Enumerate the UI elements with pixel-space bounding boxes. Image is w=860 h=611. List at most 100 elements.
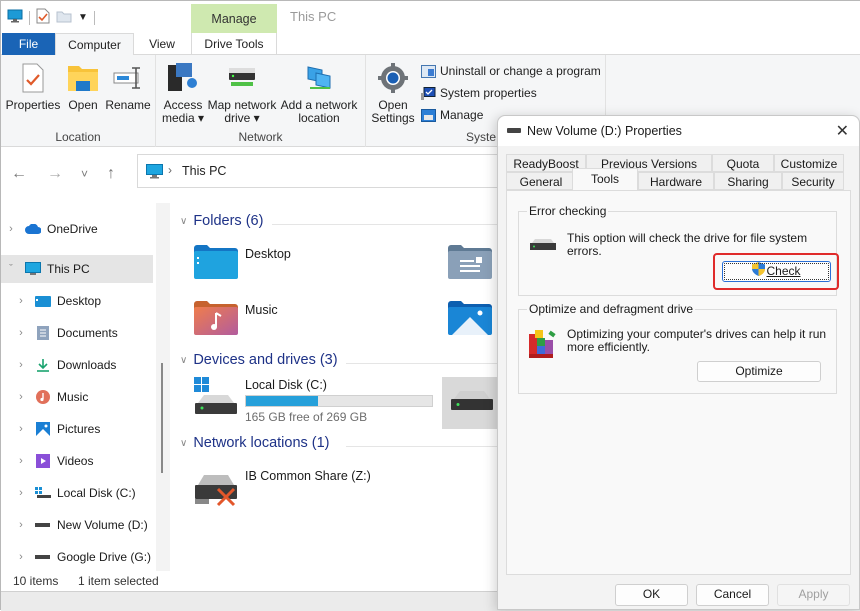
desktop-icon — [35, 294, 51, 308]
cloud-icon — [25, 222, 41, 236]
properties-button[interactable]: Properties — [5, 61, 61, 112]
sidebar-item-onedrive[interactable]: › OneDrive — [1, 215, 153, 243]
open-settings-button[interactable]: Open Settings — [370, 61, 416, 125]
section-divider — [272, 224, 500, 225]
manage-button[interactable]: Manage — [421, 108, 483, 122]
tab-drive-tools[interactable]: Drive Tools — [191, 33, 277, 55]
pictures-folder-icon[interactable] — [448, 301, 492, 338]
expand-chevron-icon[interactable]: › — [15, 359, 27, 371]
new-folder-icon[interactable] — [56, 10, 72, 26]
uac-shield-icon — [752, 262, 766, 282]
drive-icon — [35, 518, 51, 532]
open-button[interactable]: Open — [63, 61, 103, 112]
section-divider — [346, 363, 500, 364]
documents-folder-icon[interactable] — [448, 245, 492, 282]
expand-chevron-icon[interactable]: › — [15, 423, 27, 435]
ok-button[interactable]: OK — [615, 584, 688, 606]
media-icon — [166, 61, 200, 95]
tab-security[interactable]: Security — [782, 172, 844, 190]
system-properties-icon — [421, 86, 436, 100]
properties-icon — [16, 61, 50, 95]
sidebar-item-videos[interactable]: › Videos — [1, 447, 153, 475]
recent-locations-button[interactable]: ˅ — [81, 167, 88, 181]
tab-hardware[interactable]: Hardware — [638, 172, 714, 190]
sidebar-scrollbar[interactable] — [161, 363, 163, 473]
optimize-description: Optimizing your computer's drives can he… — [567, 327, 827, 354]
rename-button[interactable]: Rename — [105, 61, 151, 112]
forward-button[interactable]: → — [47, 165, 63, 183]
expand-chevron-icon[interactable]: › — [5, 223, 17, 235]
manage-icon — [421, 108, 436, 122]
tab-view[interactable]: View — [135, 33, 189, 55]
ribbon-tabs: File Computer View Drive Tools — [1, 33, 860, 56]
windows-drive-icon — [35, 486, 51, 500]
add-network-location-button[interactable]: Add a network location — [279, 61, 359, 125]
expand-chevron-icon[interactable]: › — [15, 487, 27, 499]
address-bar[interactable]: › This PC — [137, 154, 517, 188]
sidebar-item-desktop[interactable]: › Desktop — [1, 287, 153, 315]
expand-chevron-icon[interactable]: › — [15, 327, 27, 339]
close-icon[interactable]: ✕ — [836, 121, 849, 141]
tab-sharing[interactable]: Sharing — [714, 172, 782, 190]
collapse-chevron-icon: ∨ — [180, 437, 188, 449]
ribbon-group-label: Location — [55, 130, 101, 144]
customize-qat-icon[interactable]: ▼ — [78, 12, 88, 23]
network-location-icon — [302, 61, 336, 95]
expand-chevron-icon[interactable]: › — [15, 551, 27, 563]
back-button[interactable]: ← — [11, 165, 27, 183]
downloads-icon — [35, 358, 51, 372]
drive-tile-new-volume-d-selected[interactable] — [442, 377, 502, 429]
access-media-button[interactable]: Access media ▾ — [160, 61, 206, 125]
sidebar-item-local-disk-c[interactable]: › Local Disk (C:) — [1, 479, 153, 507]
sidebar-item-new-volume-d[interactable]: › New Volume (D:) — [1, 511, 153, 539]
navigation-pane: › OneDrive ˇ This PC › Desktop › Documen… — [1, 203, 156, 571]
section-header-devices[interactable]: ∨ Devices and drives (3) — [180, 352, 338, 368]
status-bar: 10 items 1 item selected — [1, 571, 501, 591]
expand-chevron-icon[interactable]: › — [15, 391, 27, 403]
expand-chevron-icon[interactable]: › — [15, 295, 27, 307]
drive-usage-bar — [245, 395, 433, 407]
tab-tools[interactable]: Tools — [572, 168, 638, 190]
tab-general[interactable]: General — [506, 172, 576, 190]
collapse-chevron-icon[interactable]: ˇ — [5, 263, 17, 275]
error-checking-title: Error checking — [527, 204, 609, 218]
tab-file[interactable]: File — [2, 33, 55, 55]
optimize-button[interactable]: Optimize — [697, 361, 821, 382]
system-properties-button[interactable]: System properties — [421, 86, 537, 100]
sidebar-item-google-drive-g[interactable]: › Google Drive (G:) — [1, 543, 153, 571]
cancel-button[interactable]: Cancel — [696, 584, 769, 606]
section-header-network-locations[interactable]: ∨ Network locations (1) — [180, 435, 330, 451]
section-header-folders[interactable]: ∨ Folders (6) — [180, 213, 263, 229]
sidebar-item-music[interactable]: › Music — [1, 383, 153, 411]
sidebar-item-this-pc[interactable]: ˇ This PC — [1, 255, 153, 283]
uninstall-program-button[interactable]: Uninstall or change a program — [421, 64, 601, 78]
collapse-chevron-icon: ∨ — [180, 215, 188, 227]
expand-chevron-icon[interactable]: › — [15, 455, 27, 467]
up-button[interactable]: ↑ — [107, 165, 115, 183]
expand-chevron-icon[interactable]: › — [15, 519, 27, 531]
apply-button[interactable]: Apply — [777, 584, 850, 606]
sidebar-item-pictures[interactable]: › Pictures — [1, 415, 153, 443]
network-drive-icon — [225, 61, 259, 95]
section-divider — [346, 446, 500, 447]
sidebar-item-downloads[interactable]: › Downloads — [1, 351, 153, 379]
breadcrumb-this-pc[interactable]: This PC — [182, 164, 226, 178]
drive-properties-dialog: New Volume (D:) Properties ✕ ReadyBoost … — [497, 115, 860, 610]
properties-icon[interactable] — [36, 8, 50, 27]
manage-context-tab[interactable]: Manage — [191, 4, 277, 33]
tab-customize[interactable]: Customize — [774, 154, 844, 172]
ribbon-group-label: Network — [238, 130, 283, 144]
pane-divider[interactable] — [156, 203, 170, 571]
tab-computer[interactable]: Computer — [55, 33, 134, 56]
check-button[interactable]: Check — [722, 261, 831, 282]
defragment-icon — [527, 326, 559, 361]
sidebar-item-documents[interactable]: › Documents — [1, 319, 153, 347]
computer-icon[interactable] — [7, 9, 23, 26]
drive-icon — [507, 128, 521, 133]
dialog-title-bar[interactable]: New Volume (D:) Properties ✕ — [498, 116, 859, 146]
quick-access-toolbar: ▼ — [7, 8, 95, 27]
folder-open-icon — [66, 61, 100, 95]
map-network-drive-button[interactable]: Map network drive ▾ — [206, 61, 278, 125]
videos-icon — [35, 454, 51, 468]
tab-quota[interactable]: Quota — [712, 154, 774, 172]
